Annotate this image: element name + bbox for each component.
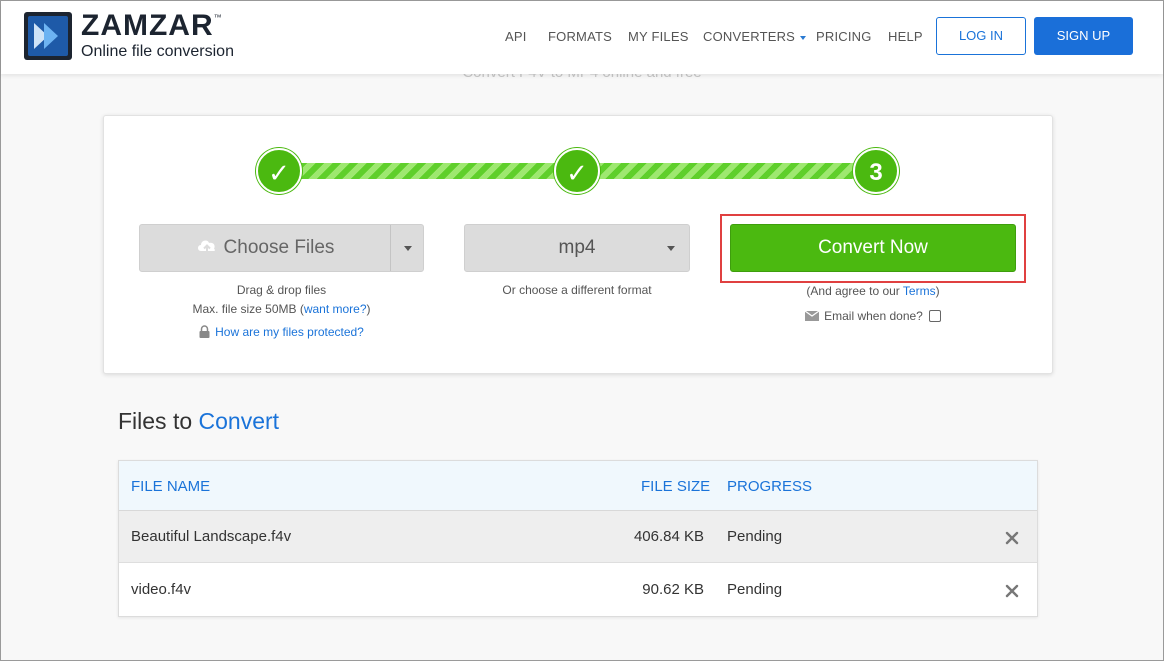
nav-pricing[interactable]: PRICING: [816, 29, 872, 44]
files-protected-row: How are my files protected?: [139, 325, 424, 339]
column-file-name: FILE NAME: [131, 478, 211, 495]
convert-now-button[interactable]: Convert Now: [730, 224, 1016, 272]
files-table: FILE NAME FILE SIZE PROGRESS Beautiful L…: [118, 460, 1038, 617]
mail-icon: [805, 310, 820, 321]
agree-text: (And agree to our: [806, 284, 903, 298]
choose-files-button[interactable]: Choose Files: [139, 224, 424, 272]
email-checkbox[interactable]: [928, 309, 941, 322]
choose-files-main[interactable]: Choose Files: [140, 225, 391, 271]
cloud-upload-icon: [197, 240, 215, 254]
nav-formats[interactable]: FORMATS: [548, 29, 612, 44]
chevron-down-icon: [404, 246, 412, 251]
file-name-cell: video.f4v: [131, 581, 192, 598]
nav-api[interactable]: API: [505, 29, 527, 44]
step-1-complete: ✓: [256, 148, 302, 194]
column-progress: PROGRESS: [727, 478, 813, 495]
brand-tagline: Online file conversion: [81, 43, 234, 60]
brand-name: ZAMZAR™: [81, 9, 223, 42]
files-title-accent: Convert: [198, 408, 280, 434]
table-row: video.f4v 90.62 KB Pending: [119, 564, 1037, 616]
table-row: Beautiful Landscape.f4v 406.84 KB Pendin…: [119, 511, 1037, 563]
nav-help[interactable]: HELP: [888, 29, 923, 44]
want-more-link[interactable]: want more?: [304, 302, 367, 316]
step-2-complete: ✓: [554, 148, 600, 194]
choose-files-label: Choose Files: [223, 237, 335, 258]
terms-link[interactable]: Terms: [903, 284, 936, 298]
chevron-down-icon: [667, 246, 675, 251]
drag-drop-hint: Drag & drop files: [236, 283, 327, 297]
progress-cell: Pending: [727, 581, 783, 598]
lock-icon: [199, 325, 210, 339]
column-file-size: FILE SIZE: [641, 478, 711, 495]
signup-button[interactable]: SIGN UP: [1034, 17, 1133, 55]
progress-cell: Pending: [727, 528, 783, 545]
format-select[interactable]: mp4: [464, 224, 690, 272]
nav-converters-label: CONVERTERS: [703, 29, 796, 44]
file-name-cell: Beautiful Landscape.f4v: [131, 528, 292, 545]
format-selected-value: mp4: [558, 237, 596, 258]
choose-files-dropdown[interactable]: [392, 225, 424, 271]
close-icon[interactable]: [1005, 584, 1019, 598]
table-header: FILE NAME FILE SIZE PROGRESS: [119, 461, 1037, 511]
format-hint: Or choose a different format: [502, 283, 652, 297]
login-button[interactable]: LOG IN: [936, 17, 1026, 55]
files-section-title: Files to Convert: [118, 408, 279, 435]
email-when-done-row: Email when done?: [730, 309, 1016, 323]
file-size-cell: 90.62 KB: [642, 581, 704, 598]
zamzar-logo-icon: [24, 12, 72, 60]
close-icon[interactable]: [1005, 531, 1019, 545]
max-size-text: Max. file size 50MB (: [192, 302, 304, 316]
max-size-hint: Max. file size 50MB (want more?): [139, 302, 424, 316]
files-title-text: Files to: [118, 408, 193, 434]
files-protected-link[interactable]: How are my files protected?: [215, 325, 364, 339]
chevron-down-icon: [800, 35, 807, 40]
email-label: Email when done?: [824, 309, 923, 323]
terms-agreement: (And agree to our Terms): [730, 284, 1016, 298]
step-3-current: 3: [853, 148, 899, 194]
file-size-cell: 406.84 KB: [633, 528, 704, 545]
nav-converters[interactable]: CONVERTERS: [703, 29, 807, 44]
site-header: ZAMZAR™ Online file conversion API FORMA…: [1, 1, 1163, 74]
nav-my-files[interactable]: MY FILES: [628, 29, 689, 44]
agree-close: ): [935, 284, 940, 298]
max-size-close: ): [366, 302, 371, 316]
